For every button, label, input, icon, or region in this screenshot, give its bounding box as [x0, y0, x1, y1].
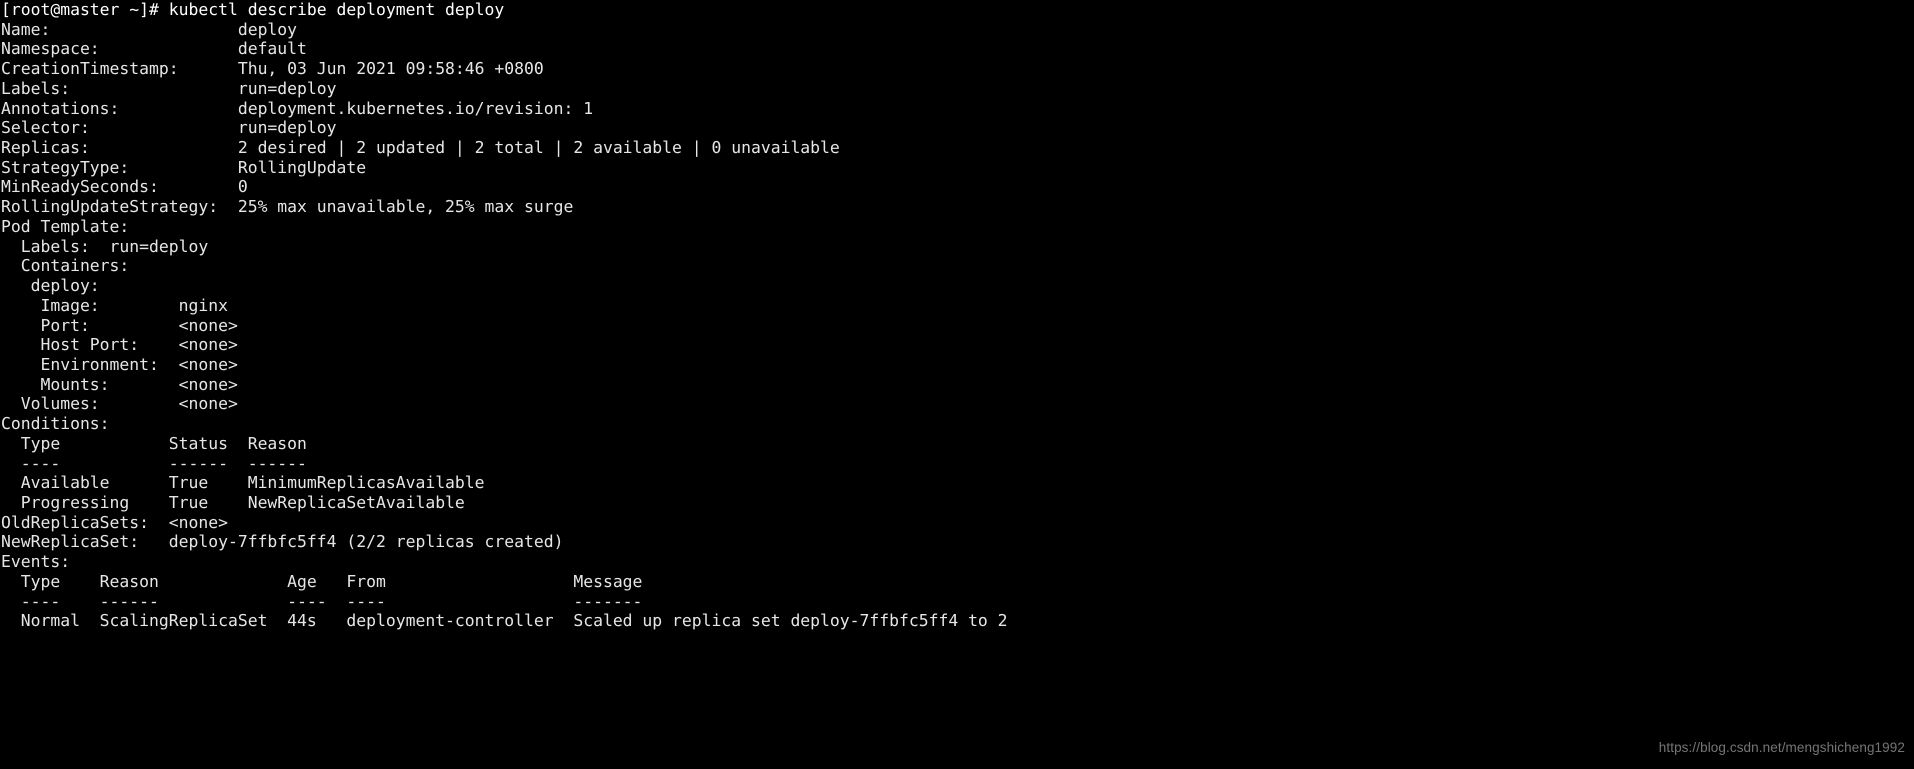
field-labels: Labels: run=deploy: [1, 78, 337, 98]
field-new-replicaset: NewReplicaSet: deploy-7ffbfc5ff4 (2/2 re…: [1, 532, 564, 552]
field-image: Image: nginx: [1, 295, 228, 315]
field-min-ready-seconds: MinReadySeconds: 0: [1, 177, 248, 197]
events-table-separator: ---- ------ ---- ---- -------: [1, 591, 643, 611]
field-pod-labels: Labels: run=deploy: [1, 236, 209, 256]
terminal-output[interactable]: [root@master ~]# kubectl describe deploy…: [0, 0, 1914, 631]
section-containers: Containers:: [1, 256, 130, 276]
field-host-port: Host Port: <none>: [1, 335, 238, 355]
field-volumes: Volumes: <none>: [1, 394, 238, 414]
field-strategy-type: StrategyType: RollingUpdate: [1, 157, 367, 177]
field-name: Name: deploy: [1, 19, 298, 39]
field-mounts: Mounts: <none>: [1, 374, 238, 394]
section-events: Events:: [1, 552, 71, 572]
field-environment: Environment: <none>: [1, 354, 238, 374]
section-conditions: Conditions:: [1, 414, 110, 434]
events-table-header: Type Reason Age From Message: [1, 571, 643, 591]
container-name-deploy: deploy:: [1, 276, 100, 296]
terminal-window[interactable]: [root@master ~]# kubectl describe deploy…: [0, 0, 1914, 769]
section-pod-template: Pod Template:: [1, 216, 130, 236]
conditions-table-header: Type Status Reason: [1, 433, 307, 453]
conditions-table-separator: ---- ------ ------: [1, 453, 307, 473]
field-old-replicasets: OldReplicaSets: <none>: [1, 512, 228, 532]
field-selector: Selector: run=deploy: [1, 118, 337, 138]
field-annotations: Annotations: deployment.kubernetes.io/re…: [1, 98, 594, 118]
events-row-scaling-replicaset: Normal ScalingReplicaSet 44s deployment-…: [1, 611, 1008, 631]
conditions-row-progressing: Progressing True NewReplicaSetAvailable: [1, 492, 465, 512]
field-creation-timestamp: CreationTimestamp: Thu, 03 Jun 2021 09:5…: [1, 59, 544, 79]
field-namespace: Namespace: default: [1, 39, 307, 59]
conditions-row-available: Available True MinimumReplicasAvailable: [1, 473, 485, 493]
field-replicas: Replicas: 2 desired | 2 updated | 2 tota…: [1, 138, 840, 158]
watermark-url: https://blog.csdn.net/mengshicheng1992: [1658, 740, 1905, 755]
field-rolling-update-strategy: RollingUpdateStrategy: 25% max unavailab…: [1, 197, 574, 217]
terminal-prompt-line: [root@master ~]# kubectl describe deploy…: [1, 0, 505, 19]
field-port: Port: <none>: [1, 315, 238, 335]
